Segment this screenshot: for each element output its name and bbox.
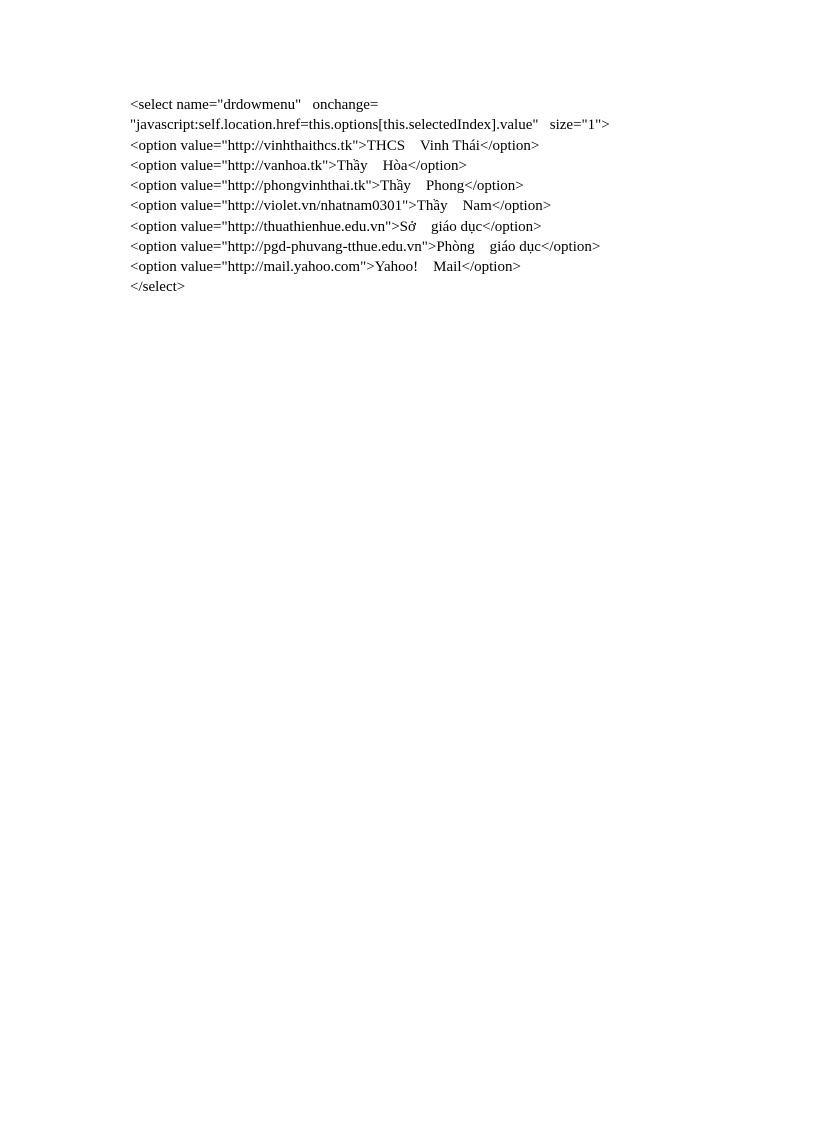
code-line: <option value="http://vinhthaithcs.tk">T…	[130, 136, 636, 156]
document-page: <select name="drdowmenu" onchange= "java…	[0, 0, 766, 298]
code-line: <option value="http://thuathienhue.edu.v…	[130, 217, 636, 237]
code-line: "javascript:self.location.href=this.opti…	[130, 115, 636, 135]
code-line: <option value="http://phongvinhthai.tk">…	[130, 176, 636, 196]
code-line: <option value="http://violet.vn/nhatnam0…	[130, 196, 636, 216]
code-line: <option value="http://vanhoa.tk">Thầy Hò…	[130, 156, 636, 176]
code-line: </select>	[130, 277, 636, 297]
code-line: <option value="http://mail.yahoo.com">Ya…	[130, 257, 636, 277]
code-line: <option value="http://pgd-phuvang-tthue.…	[130, 237, 636, 257]
code-line: <select name="drdowmenu" onchange=	[130, 95, 636, 115]
